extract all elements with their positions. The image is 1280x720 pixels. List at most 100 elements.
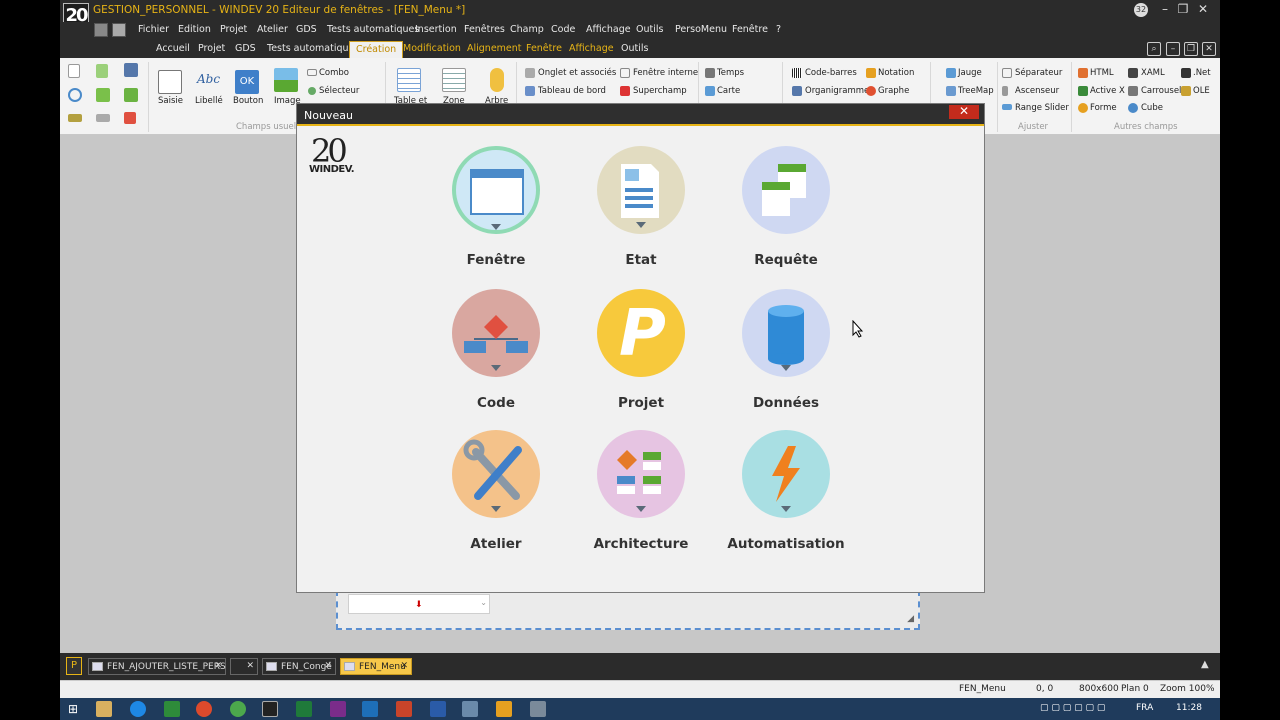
doc-restore-icon[interactable]: ❐: [1184, 42, 1198, 56]
menu-affichage[interactable]: Affichage: [586, 24, 631, 35]
tile-fenetre[interactable]: Fenêtre: [424, 146, 564, 276]
clock[interactable]: 11:28: [1176, 703, 1202, 713]
word-icon[interactable]: [430, 701, 446, 717]
dialog-close-button[interactable]: ✕: [949, 105, 979, 119]
forme-button[interactable]: Forme: [1090, 103, 1117, 113]
image-icon[interactable]: [274, 68, 298, 92]
tile-projet[interactable]: P Projet: [569, 289, 709, 419]
menu-tests[interactable]: Tests automatiques: [327, 24, 419, 35]
open-icon[interactable]: [96, 64, 108, 78]
libelle-button[interactable]: Libellé: [195, 96, 223, 106]
tab-outils[interactable]: Outils: [615, 41, 654, 58]
selecteur-button[interactable]: Sélecteur: [319, 86, 359, 96]
tab-projet[interactable]: Projet: [192, 41, 231, 58]
grid-icon[interactable]: [112, 23, 126, 37]
restore-icon[interactable]: ❐: [1174, 2, 1192, 18]
doc-tab-ajouter-liste[interactable]: FEN_AJOUTER_LISTE_PERS ✕: [88, 658, 226, 675]
doc-close-icon[interactable]: ✕: [1202, 42, 1216, 56]
ascenseur-button[interactable]: Ascenseur: [1015, 86, 1059, 96]
explorer-icon[interactable]: [96, 701, 112, 717]
cube-button[interactable]: Cube: [1141, 103, 1163, 113]
menu-insertion[interactable]: Insertion: [415, 24, 457, 35]
bouton-icon[interactable]: OK: [235, 70, 259, 94]
tile-etat[interactable]: Etat: [569, 146, 709, 276]
keyboard-icon[interactable]: [462, 701, 478, 717]
tile-donnees[interactable]: Données: [714, 289, 854, 419]
start-icon[interactable]: ⊞: [68, 701, 84, 717]
menu-help[interactable]: ?: [776, 24, 781, 35]
close-icon[interactable]: ✕: [214, 661, 222, 671]
redo-icon[interactable]: [96, 114, 110, 122]
go-icon[interactable]: [96, 88, 110, 102]
menu-outils[interactable]: Outils: [636, 24, 663, 35]
media-icon[interactable]: [496, 701, 512, 717]
doc-minimize-icon[interactable]: –: [1166, 42, 1180, 56]
carte-button[interactable]: Carte: [717, 86, 740, 96]
dialog-title-bar[interactable]: Nouveau ✕: [297, 104, 984, 126]
superchamp-button[interactable]: Superchamp: [633, 86, 687, 96]
outlook-icon[interactable]: [362, 701, 378, 717]
menu-gds[interactable]: GDS: [296, 24, 317, 35]
html-button[interactable]: HTML: [1090, 68, 1114, 78]
resize-grip-icon[interactable]: ◢: [907, 614, 914, 624]
window-design-surface[interactable]: ⌄ ⬇ ◢: [336, 590, 920, 630]
store-icon[interactable]: [164, 701, 180, 717]
powerpoint-icon[interactable]: [396, 701, 412, 717]
net-button[interactable]: .Net: [1193, 68, 1211, 78]
menu-fichier[interactable]: Fichier: [138, 24, 169, 35]
chevron-up-icon[interactable]: ▲: [1201, 659, 1209, 670]
notation-button[interactable]: Notation: [878, 68, 914, 78]
monitor-icon[interactable]: [530, 701, 546, 717]
layout-icon[interactable]: [94, 23, 108, 37]
menu-projet[interactable]: Projet: [220, 24, 247, 35]
tile-atelier[interactable]: Atelier: [424, 430, 564, 560]
table-icon[interactable]: [397, 68, 421, 92]
tab-creation[interactable]: Création: [349, 41, 404, 58]
onglet-button[interactable]: Onglet et associés: [538, 68, 616, 78]
refresh-icon[interactable]: [68, 88, 82, 102]
undo-icon[interactable]: [68, 114, 82, 122]
chrome-icon[interactable]: [196, 701, 212, 717]
ole-button[interactable]: OLE: [1193, 86, 1210, 96]
bouton-button[interactable]: Bouton: [233, 96, 263, 106]
tab-modification[interactable]: Modification: [397, 41, 467, 58]
carrousel-button[interactable]: Carrousel: [1141, 86, 1181, 96]
menu-persomenu[interactable]: PersoMenu: [675, 24, 727, 35]
saisie-icon[interactable]: [158, 70, 182, 94]
temps-button[interactable]: Temps: [717, 68, 744, 78]
tree-icon[interactable]: [124, 112, 136, 124]
jauge-button[interactable]: Jauge: [958, 68, 982, 78]
tile-automatisation[interactable]: Automatisation: [714, 430, 854, 560]
menu-atelier[interactable]: Atelier: [257, 24, 288, 35]
close-icon[interactable]: ✕: [246, 661, 254, 671]
tile-requete[interactable]: Requête: [714, 146, 854, 276]
code-barres-button[interactable]: Code-barres: [805, 68, 857, 78]
doc-tab-compare[interactable]: ✕: [230, 658, 258, 675]
fenetre-interne-button[interactable]: Fenêtre interne: [633, 68, 698, 78]
menu-fenetre[interactable]: Fenêtre: [732, 24, 768, 35]
tile-architecture[interactable]: Architecture: [569, 430, 709, 560]
menu-champ[interactable]: Champ: [510, 24, 544, 35]
notification-badge[interactable]: 32: [1134, 3, 1148, 17]
combo-button[interactable]: Combo: [319, 68, 349, 78]
new-icon[interactable]: [68, 64, 80, 78]
excel-icon[interactable]: [296, 701, 312, 717]
ie-icon[interactable]: [130, 701, 146, 717]
app-icon[interactable]: [230, 701, 246, 717]
tile-code[interactable]: Code: [424, 289, 564, 419]
go-project-icon[interactable]: [124, 88, 138, 102]
doc-tab-fen-menu[interactable]: FEN_Menu ✕: [340, 658, 412, 675]
close-icon[interactable]: ✕: [324, 661, 332, 671]
tab-alignement[interactable]: Alignement: [461, 41, 528, 58]
arbre-icon[interactable]: [490, 68, 504, 92]
minimize-icon[interactable]: –: [1156, 2, 1174, 18]
menu-code[interactable]: Code: [551, 24, 575, 35]
range-slider-button[interactable]: Range Slider: [1015, 103, 1069, 113]
tableau-bord-button[interactable]: Tableau de bord: [538, 86, 606, 96]
close-icon[interactable]: ✕: [1194, 2, 1212, 18]
search-icon[interactable]: ⌕: [1147, 42, 1161, 56]
activex-button[interactable]: Active X: [1090, 86, 1125, 96]
graphe-button[interactable]: Graphe: [878, 86, 909, 96]
tab-accueil[interactable]: Accueil: [150, 41, 196, 58]
onenote-icon[interactable]: [330, 701, 346, 717]
